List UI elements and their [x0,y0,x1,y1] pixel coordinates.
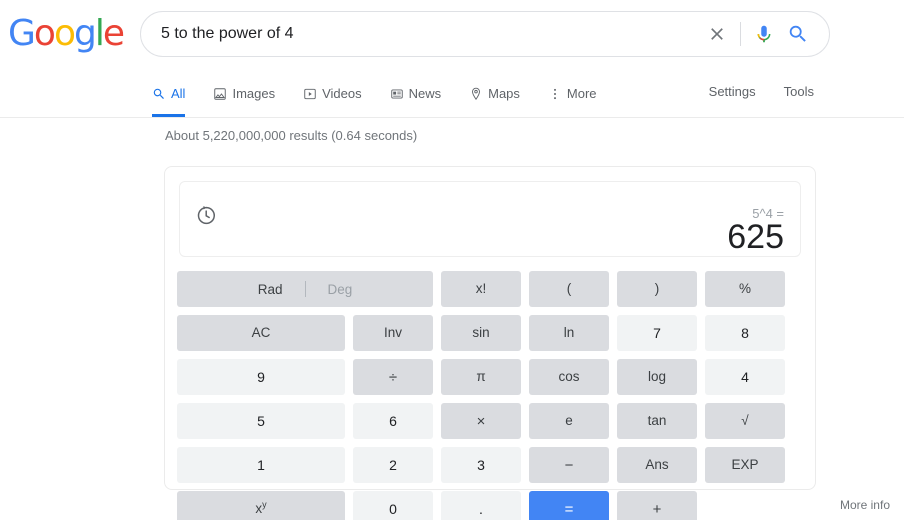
result-stats: About 5,220,000,000 results (0.64 second… [165,128,418,143]
key-euler[interactable]: e [529,403,609,439]
key-power-label: xy [255,499,267,517]
more-info-link[interactable]: More info [840,498,890,512]
news-icon [390,87,404,101]
key-3[interactable]: 3 [441,447,521,483]
key-6[interactable]: 6 [353,403,433,439]
key-open-paren[interactable]: ( [529,271,609,307]
video-icon [303,87,317,101]
calculator-answer: 625 [727,218,784,256]
calculator-display: 5^4 = 625 [179,181,801,257]
google-search-results-page: Google 5 to the power of 4 All Images Vi… [0,0,904,520]
tab-label: All [171,86,186,101]
key-ans[interactable]: Ans [617,447,697,483]
angle-mode-divider [304,281,306,297]
key-7[interactable]: 7 [617,315,697,351]
tab-label: News [408,86,442,101]
key-factorial[interactable]: x! [441,271,521,307]
key-0[interactable]: 0 [353,491,433,520]
deg-option[interactable]: Deg [306,282,375,297]
logo-letter: G [8,13,36,54]
tab-news[interactable]: News [390,70,456,117]
tab-maps[interactable]: Maps [469,70,534,117]
logo-letter: l [94,13,105,54]
more-vertical-icon [548,87,562,101]
key-sin[interactable]: sin [441,315,521,351]
tab-label: Images [232,86,276,101]
key-divide[interactable]: ÷ [353,359,433,395]
logo-letter: o [53,13,76,54]
key-5[interactable]: 5 [177,403,345,439]
key-cos[interactable]: cos [529,359,609,395]
key-percent[interactable]: % [705,271,785,307]
microphone-icon[interactable] [747,17,781,51]
tab-label: Maps [488,86,520,101]
tab-videos[interactable]: Videos [303,70,376,117]
key-8[interactable]: 8 [705,315,785,351]
search-box[interactable] [140,11,830,57]
search-input[interactable] [141,12,700,56]
logo-letter: g [73,13,97,54]
key-ln[interactable]: ln [529,315,609,351]
tab-label: Videos [322,86,362,101]
key-1[interactable]: 1 [177,447,345,483]
search-box-actions [700,17,829,51]
tab-images[interactable]: Images [213,70,289,117]
key-sqrt[interactable]: √ [705,403,785,439]
tools-link[interactable]: Tools [784,84,814,99]
page-header: Google [0,0,904,70]
nav-right-links: Settings Tools [709,84,814,99]
tab-more[interactable]: More [548,70,611,117]
settings-link[interactable]: Settings [709,84,756,99]
tab-label: More [566,86,597,101]
key-close-paren[interactable]: ) [617,271,697,307]
logo-letter: o [33,13,56,54]
key-log[interactable]: log [617,359,697,395]
logo-letter: e [102,13,125,54]
history-icon[interactable] [195,205,216,231]
rad-option[interactable]: Rad [236,282,305,297]
key-inverse[interactable]: Inv [353,315,433,351]
key-plus[interactable]: + [617,491,697,520]
angle-mode-toggle[interactable]: Rad Deg [177,271,433,307]
key-minus[interactable]: − [529,447,609,483]
search-nav-bar: All Images Videos News Maps More Setting… [0,70,904,118]
image-icon [213,87,227,101]
key-pi[interactable]: π [441,359,521,395]
key-decimal[interactable]: . [441,491,521,520]
calculator-widget: 5^4 = 625 Rad Deg x! ( ) % AC Inv sin ln… [164,166,816,520]
calculator-keypad: Rad Deg x! ( ) % AC Inv sin ln 7 8 9 ÷ π… [177,271,803,520]
key-tan[interactable]: tan [617,403,697,439]
key-multiply[interactable]: × [441,403,521,439]
google-logo[interactable]: Google [8,13,125,54]
search-icon[interactable] [781,17,815,51]
key-equals[interactable]: = [529,491,609,520]
key-power[interactable]: xy [177,491,345,520]
search-icon [152,87,166,101]
search-tabs: All Images Videos News Maps More [152,70,625,117]
key-2[interactable]: 2 [353,447,433,483]
key-all-clear[interactable]: AC [177,315,345,351]
key-4[interactable]: 4 [705,359,785,395]
map-pin-icon [469,87,483,101]
search-divider [740,22,741,46]
tab-all[interactable]: All [152,70,199,117]
key-exp[interactable]: EXP [705,447,785,483]
close-icon[interactable] [700,17,734,51]
key-9[interactable]: 9 [177,359,345,395]
